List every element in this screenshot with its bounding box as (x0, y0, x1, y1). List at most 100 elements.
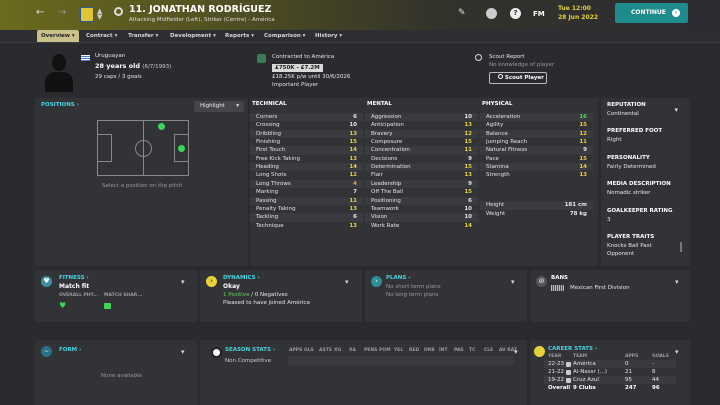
season-row-bg (288, 356, 514, 365)
search-icon[interactable] (114, 7, 123, 16)
attribute-name: Technique (256, 222, 284, 229)
swap-arrows-icon[interactable]: ▲ ▼ (97, 8, 102, 21)
pitch[interactable] (97, 120, 189, 176)
attribute-name: Composure (371, 139, 403, 146)
career-stats-title[interactable]: CAREER STATS › (548, 346, 597, 352)
season-stats-title[interactable]: SEASON STATS › (225, 347, 275, 353)
attribute-name: Stamina (486, 164, 509, 171)
attribute-name: Natural Fitness (486, 147, 528, 154)
tab-contract[interactable]: Contract ▾ (86, 30, 117, 42)
career-cell[interactable]: Cruz Azul (573, 376, 599, 384)
reputation-value: Continental (607, 111, 639, 117)
career-total: 9 Clubs (573, 385, 596, 391)
tab-development[interactable]: Development ▾ (170, 30, 216, 42)
attribute-value: 15 (579, 122, 587, 129)
dynamics-card: › DYNAMICS › Okay 1 Positive / 0 Negativ… (200, 270, 362, 322)
season-col-header: CLE (484, 348, 494, 353)
position-marker[interactable] (158, 123, 165, 130)
attribute-value: 16 (579, 114, 587, 120)
tab-reports[interactable]: Reports ▾ (225, 30, 254, 42)
club-badge-icon (566, 369, 571, 375)
technical-title: TECHNICAL (252, 101, 287, 107)
plans-chevron-icon[interactable]: ▾ (511, 278, 515, 286)
mental-title: MENTAL (367, 101, 392, 107)
career-total: 247 (625, 385, 637, 391)
heart-icon: ♥ (41, 276, 52, 287)
forward-icon[interactable]: → (58, 7, 66, 18)
highlight-dropdown[interactable]: Highlight ▾ (194, 101, 244, 112)
contract-value: £750K - £7.2M (272, 64, 323, 72)
career-col-header: YEAR (548, 354, 562, 359)
career-icon (534, 346, 545, 357)
season-col-header: DRB (424, 348, 435, 353)
fm-menu-icon[interactable]: FM (533, 10, 545, 18)
ban-competition: Mexican First Division (570, 285, 630, 291)
tab-overview[interactable]: Overview ▾ (37, 30, 79, 42)
attribute-name: Marking (256, 189, 279, 196)
dob: (6/7/1993) (142, 64, 172, 70)
bans-chevron-icon[interactable]: ▾ (675, 278, 679, 286)
attribute-row: Corners 6 (250, 113, 363, 122)
caps: 29 caps / 3 goals (95, 74, 142, 80)
season-chevron-icon[interactable]: ▾ (514, 348, 518, 356)
season-col-header: RED (409, 348, 420, 353)
info-scrollbar[interactable] (680, 242, 682, 252)
positions-title[interactable]: POSITIONS › (41, 102, 79, 108)
profile-strip: Uruguayan 28 years old (6/7/1993) 29 cap… (35, 48, 690, 95)
career-cell: 19-22 (548, 376, 564, 383)
scout-button-label: Scout Player (504, 75, 544, 81)
tab-transfer[interactable]: Transfer ▾ (128, 30, 158, 42)
attribute-row: Concentration 11 (365, 146, 478, 155)
attribute-row: Decisions 9 (365, 155, 478, 163)
ban-cards-icon (551, 285, 564, 291)
tab-history[interactable]: History ▾ (315, 30, 342, 42)
positive-count: 1 Positive (223, 292, 250, 298)
attribute-row: Balance 12 (480, 129, 593, 139)
continue-button[interactable]: CONTINUE › (615, 3, 688, 23)
career-cell: 95 (625, 376, 632, 383)
negative-count: 0 Negatives (254, 292, 288, 298)
info-chevron-icon[interactable]: ▾ (674, 106, 678, 114)
attribute-name: Bravery (371, 130, 393, 137)
attribute-name: Strength (486, 172, 510, 179)
plans-title-label: PLANS (386, 275, 407, 281)
attribute-value: 6 (353, 114, 357, 120)
squad-status: Important Player (272, 82, 319, 88)
attribute-value: 10 (464, 214, 472, 221)
attribute-value: 15 (464, 139, 472, 146)
club-badge-icon[interactable] (80, 7, 94, 22)
manager-icon[interactable] (486, 8, 497, 19)
foot-title: PREFERRED FOOT (607, 128, 663, 134)
personality-value: Fairly Determined (607, 164, 656, 170)
form-chevron-icon[interactable]: ▾ (181, 348, 185, 356)
fitness-chevron-icon[interactable]: ▾ (181, 278, 185, 286)
fitness-title[interactable]: FITNESS › (59, 275, 89, 281)
attribute-value: 15 (464, 164, 472, 171)
attribute-row: Heading 14 (250, 163, 363, 172)
continue-label: CONTINUE (631, 9, 666, 16)
physical-title: PHYSICAL (482, 101, 513, 107)
form-graph-icon: ~ (41, 346, 52, 357)
position-marker[interactable] (178, 145, 185, 152)
attribute-value: 10 (464, 114, 472, 120)
dynamics-note: Pleased to have joined América (223, 300, 310, 306)
back-icon[interactable]: ← (36, 7, 44, 18)
attribute-name: Off The Ball (371, 189, 404, 196)
plans-card: › PLANS › No short term plans No long te… (365, 270, 527, 322)
attribute-value: 13 (349, 155, 357, 162)
plans-title[interactable]: PLANS › (386, 275, 411, 281)
bans-card: ⊘ BANS Mexican First Division ▾ (530, 270, 690, 322)
career-chevron-icon[interactable]: ▾ (675, 348, 679, 356)
season-col-header: ASTS (319, 348, 333, 353)
help-icon[interactable]: ? (510, 8, 521, 19)
edit-icon[interactable]: ✎ (458, 8, 466, 18)
attribute-row: Off The Ball 15 (365, 188, 478, 196)
attribute-value: 12 (464, 130, 472, 137)
dynamics-chevron-icon[interactable]: ▾ (345, 278, 349, 286)
attribute-row: Leadership 9 (365, 179, 478, 189)
scout-player-button[interactable]: Scout Player (489, 72, 547, 84)
dynamics-title[interactable]: DYNAMICS › (223, 275, 260, 281)
tab-comparison[interactable]: Comparison ▾ (264, 30, 305, 42)
form-title[interactable]: FORM › (59, 347, 81, 353)
media-title: MEDIA DESCRIPTION (607, 181, 671, 187)
